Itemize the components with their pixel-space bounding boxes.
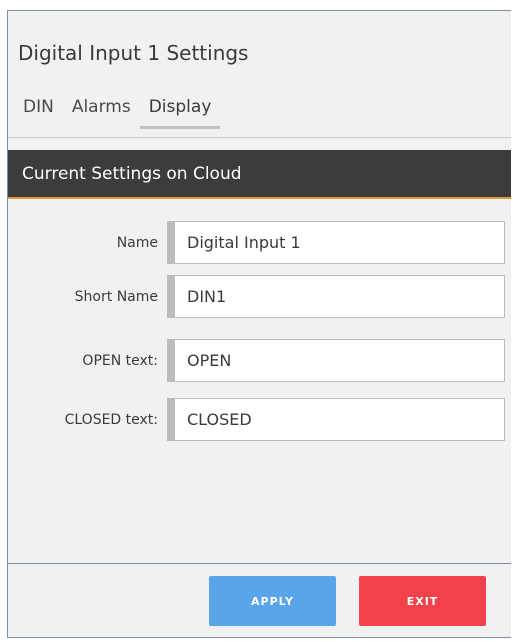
section-header-title: Current Settings on Cloud: [22, 163, 242, 184]
settings-dialog: Digital Input 1 Settings DIN Alarms Disp…: [7, 10, 511, 638]
tab-display[interactable]: Display: [139, 97, 221, 129]
tab-bar: DIN Alarms Display: [14, 97, 221, 129]
short-name-row: Short Name: [8, 275, 511, 318]
name-row: Name: [8, 221, 511, 264]
open-text-label: OPEN text:: [82, 352, 158, 369]
short-name-label: Short Name: [74, 288, 158, 305]
name-input[interactable]: [167, 221, 505, 264]
closed-text-input[interactable]: [167, 398, 505, 441]
footer-divider: [8, 563, 511, 564]
closed-text-label: CLOSED text:: [64, 411, 158, 428]
dialog-title: Digital Input 1 Settings: [18, 41, 249, 65]
exit-button[interactable]: EXIT: [359, 576, 486, 626]
tab-divider: [8, 137, 511, 138]
open-text-input[interactable]: [167, 339, 505, 382]
section-header: Current Settings on Cloud: [8, 150, 511, 199]
open-text-row: OPEN text:: [8, 339, 511, 382]
name-label: Name: [116, 234, 158, 251]
apply-button[interactable]: APPLY: [209, 576, 336, 626]
tab-din[interactable]: DIN: [14, 97, 63, 129]
closed-text-row: CLOSED text:: [8, 398, 511, 441]
short-name-input[interactable]: [167, 275, 505, 318]
tab-alarms[interactable]: Alarms: [63, 97, 140, 129]
